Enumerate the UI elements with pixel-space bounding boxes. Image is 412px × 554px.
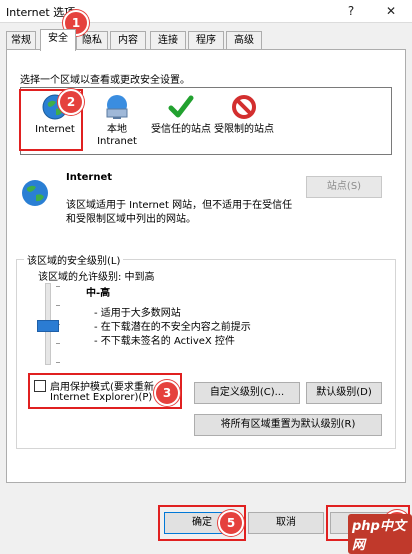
zone-intranet[interactable]: 本地 Intranet xyxy=(92,92,142,150)
slider-tick xyxy=(56,305,60,306)
zone-instruction: 选择一个区域以查看或更改安全设置。 xyxy=(20,75,190,86)
annotation-badge-5: 5 xyxy=(218,510,244,536)
default-level-button[interactable]: 默认级别(D) xyxy=(306,382,382,404)
zone-intranet-label: 本地 Intranet xyxy=(97,124,137,147)
tab-advanced[interactable]: 高级 xyxy=(226,31,262,50)
zone-trusted-label: 受信任的站点 xyxy=(151,124,211,135)
reset-all-zones-button[interactable]: 将所有区域重置为默认级别(R) xyxy=(194,414,382,436)
cancel-button[interactable]: 取消 xyxy=(248,512,324,534)
slider-tick xyxy=(56,286,60,287)
tab-content[interactable]: 内容 xyxy=(110,31,146,50)
security-level-title: 该区域的安全级别(L) xyxy=(24,252,124,267)
security-level-slider-thumb[interactable] xyxy=(37,320,59,332)
level-bullet-3: - 不下载未签名的 ActiveX 控件 xyxy=(94,336,235,347)
level-bullet-2: - 在下载潜在的不安全内容之前提示 xyxy=(94,322,251,333)
help-button[interactable]: ? xyxy=(340,2,362,20)
intranet-icon xyxy=(106,95,128,119)
selected-zone-desc-2: 和受限制区域中列出的网站。 xyxy=(66,214,196,225)
sites-button[interactable]: 站点(S) xyxy=(306,176,382,198)
tab-programs[interactable]: 程序 xyxy=(188,31,224,50)
zone-restricted[interactable]: 受限制的站点 xyxy=(212,92,276,150)
annotation-badge-2: 2 xyxy=(58,89,84,115)
slider-tick xyxy=(56,362,60,363)
level-bullet-1: - 适用于大多数网站 xyxy=(94,308,181,319)
slider-tick xyxy=(56,343,60,344)
allowed-level: 该区域的允许级别: 中到高 xyxy=(38,272,155,283)
selected-zone-desc-1: 该区域适用于 Internet 网站，但不适用于在受信任 xyxy=(66,200,293,211)
annotation-badge-3: 3 xyxy=(154,380,180,406)
prohibited-icon xyxy=(232,95,256,119)
watermark: php中文网 xyxy=(348,514,412,554)
custom-level-button[interactable]: 自定义级别(C)... xyxy=(194,382,300,404)
close-button[interactable]: ✕ xyxy=(380,2,402,20)
zone-trusted[interactable]: 受信任的站点 xyxy=(150,92,212,150)
level-name: 中-高 xyxy=(86,288,111,299)
tab-security[interactable]: 安全 xyxy=(40,29,76,51)
zone-restricted-label: 受限制的站点 xyxy=(214,124,274,135)
tab-general[interactable]: 常规 xyxy=(6,31,36,50)
tab-connections[interactable]: 连接 xyxy=(150,31,186,50)
checkmark-icon xyxy=(168,95,194,118)
selected-zone-title: Internet xyxy=(66,172,113,183)
globe-icon xyxy=(22,180,48,206)
